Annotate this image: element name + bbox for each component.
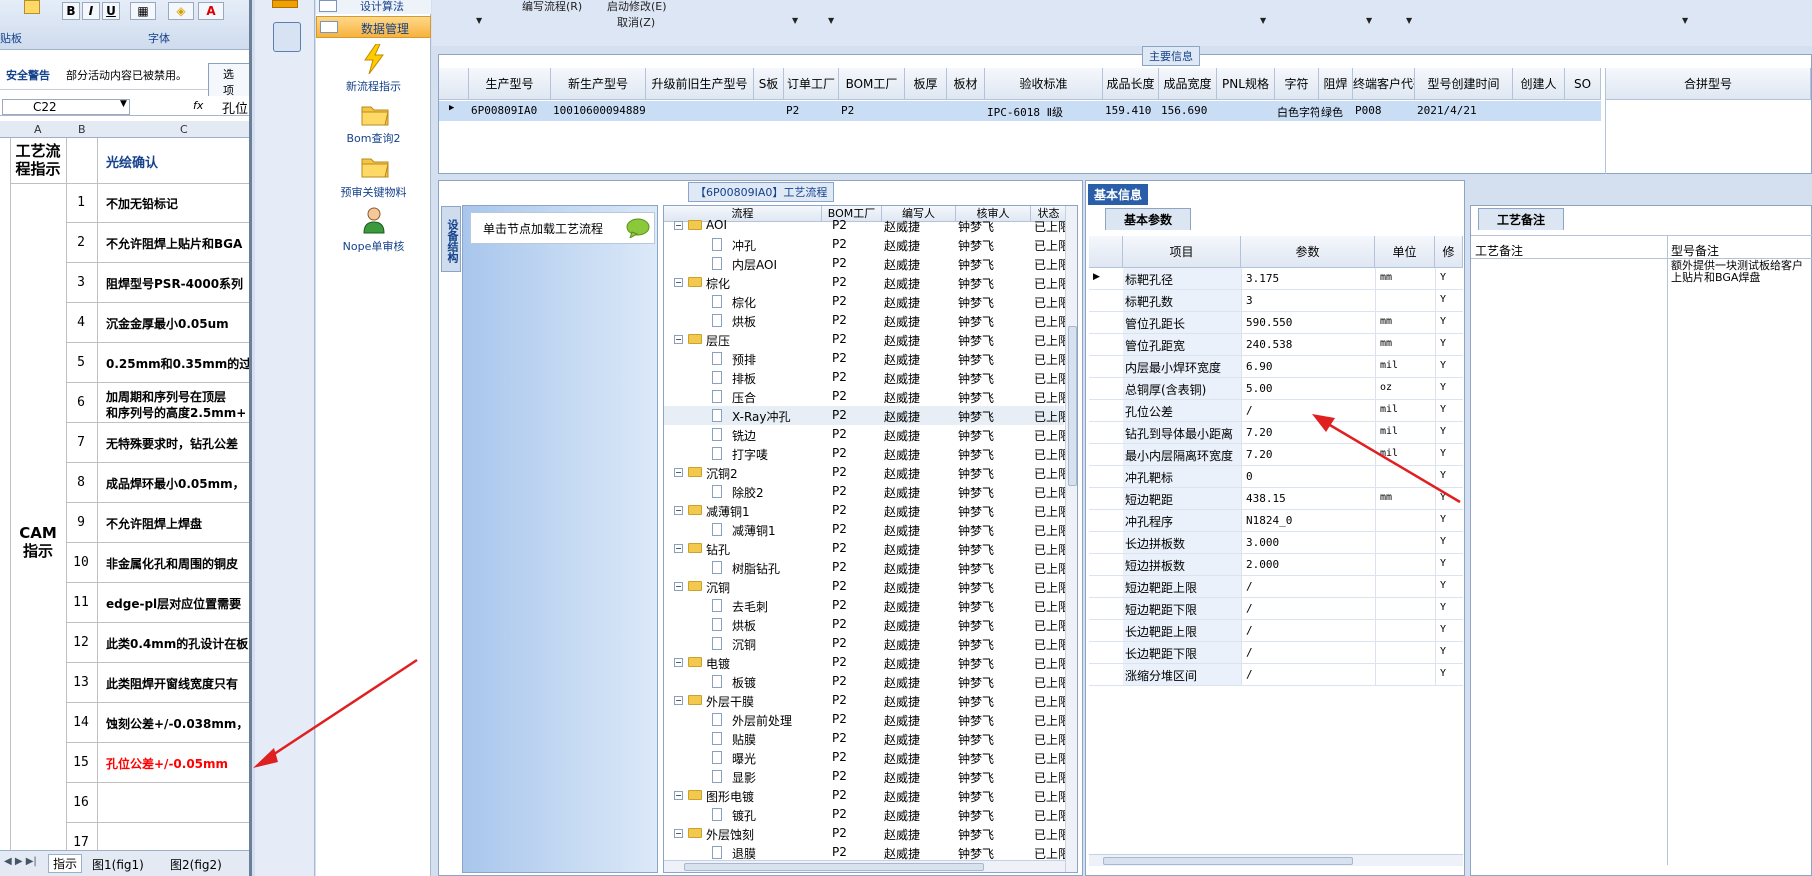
arrow-right-annotation — [1312, 414, 1461, 504]
annotation-arrows — [253, 414, 1461, 768]
arrow-left-annotation — [253, 658, 418, 768]
